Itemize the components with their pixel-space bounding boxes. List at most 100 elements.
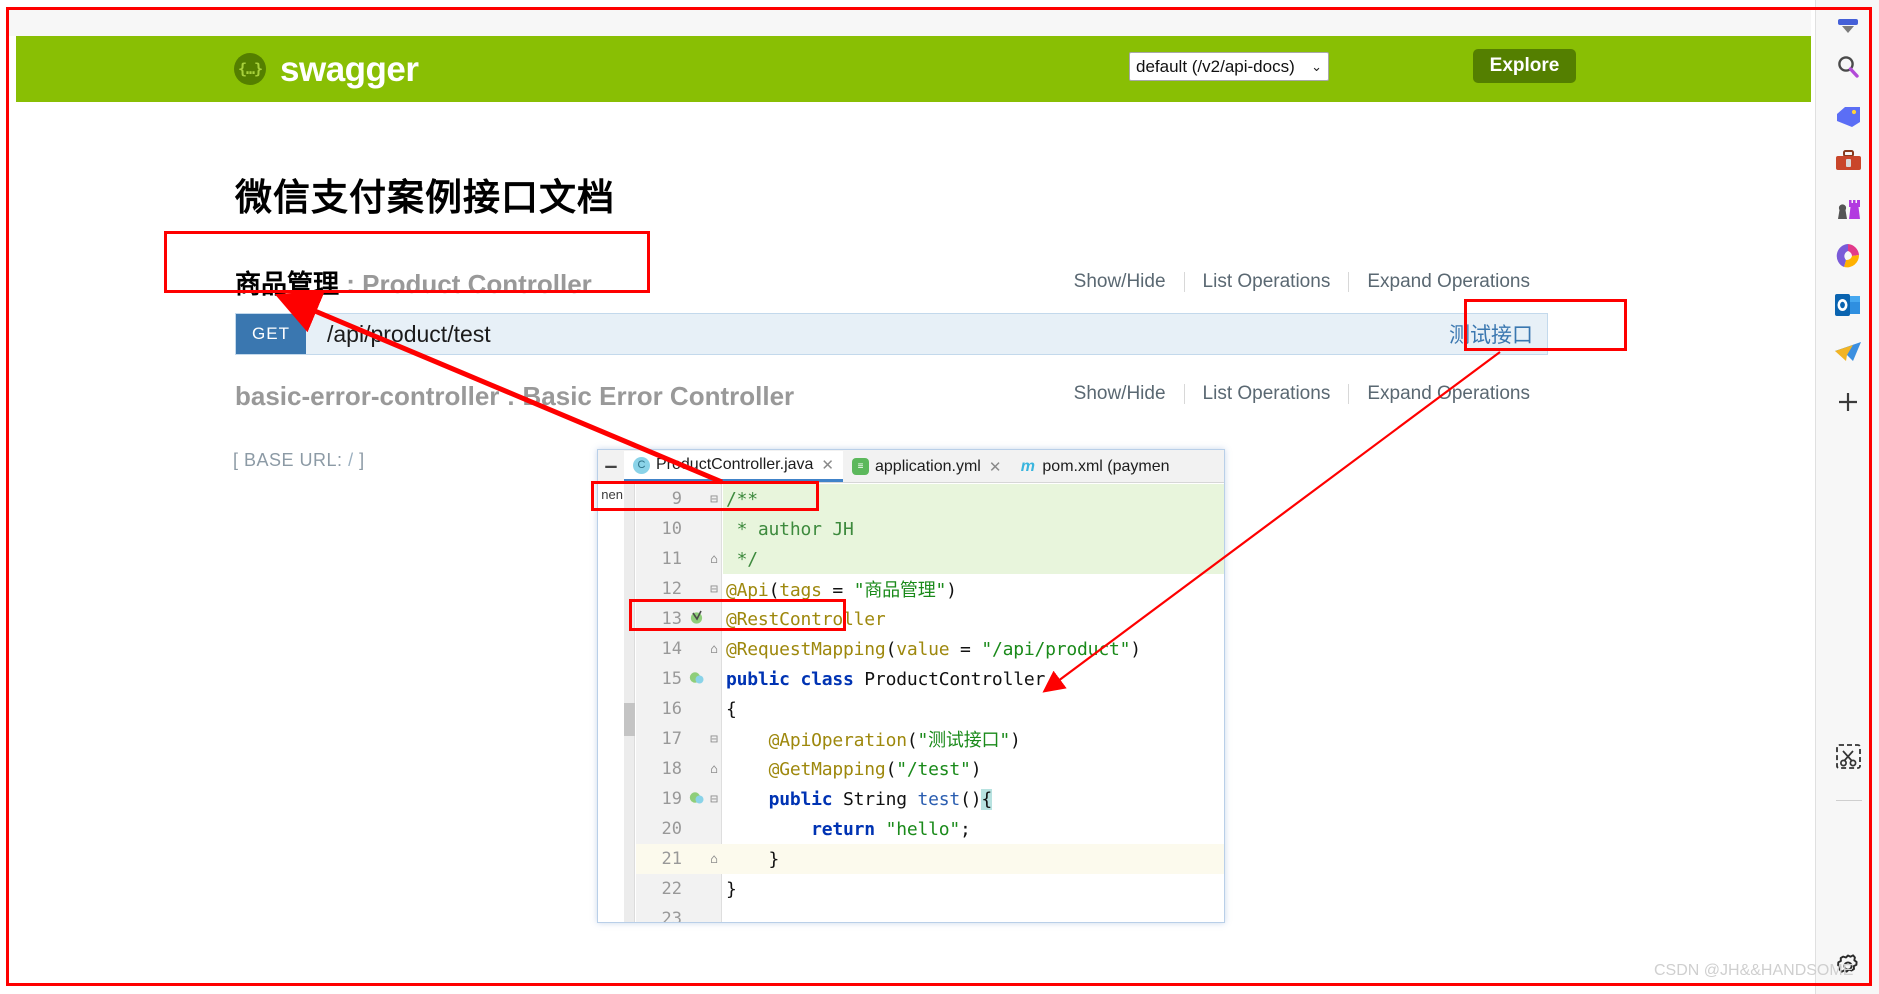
code-line-number: 22 <box>661 879 682 899</box>
code-line-number: 11 <box>661 549 682 569</box>
endpoint-row-get-api-product-test[interactable]: GET /api/product/test 测试接口 <box>235 313 1548 355</box>
code-fold-toggle[interactable]: ⊟ <box>706 732 722 747</box>
ide-tab-label: ProductController.java <box>656 456 814 473</box>
resource-cn-name: basic-error-controller <box>235 381 500 411</box>
class-gutter-icon[interactable] <box>686 790 706 809</box>
code-line-number: 23 <box>661 909 682 923</box>
code-line[interactable]: 16 { <box>598 694 1224 724</box>
screenshot-root: {…} swagger default (/v2/api-docs) ⌄ Exp… <box>0 0 1879 994</box>
code-line-text: public class ProductController <box>726 668 1046 690</box>
snip-icon[interactable] <box>1830 738 1866 774</box>
ide-tab-pom-xml[interactable]: m pom.xml (paymen <box>1010 451 1178 482</box>
resource-en-name: Basic Error Controller <box>522 381 795 411</box>
code-line[interactable]: 14 ⌂ @RequestMapping(value = "/api/product… <box>598 634 1224 664</box>
code-fold-toggle[interactable]: ⊟ <box>706 792 722 807</box>
ide-tab-application-yml[interactable]: ≡ application.yml ✕ <box>843 451 1010 482</box>
list-operations-link[interactable]: List Operations <box>1185 383 1349 405</box>
ide-tab-label: pom.xml (paymen <box>1042 457 1170 475</box>
code-line[interactable]: 18 ⌂ @GetMapping("/test") <box>598 754 1224 784</box>
annotation-box-api-tags <box>591 481 819 511</box>
code-line-number: 16 <box>661 699 682 719</box>
code-fold-toggle[interactable]: ⌂ <box>706 852 722 867</box>
code-fold-toggle[interactable]: ⌂ <box>706 552 722 567</box>
tag-icon[interactable] <box>1830 99 1866 135</box>
ide-screenshot-overlay: — C ProductController.java ✕ ≡ applicati… <box>597 449 1225 923</box>
resource-basic-error-controller: basic-error-controller : Basic Error Con… <box>235 380 1548 412</box>
class-gutter-icon[interactable] <box>686 670 706 689</box>
code-line[interactable]: 21 ⌂ } <box>598 844 1224 874</box>
base-url-label: [ BASE URL: <box>233 450 343 470</box>
office-icon[interactable] <box>1830 238 1866 274</box>
code-line[interactable]: 10 * author JH <box>598 514 1224 544</box>
close-icon[interactable]: ✕ <box>821 456 834 474</box>
chevron-down-icon: ⌄ <box>1311 58 1322 74</box>
collapse-icon[interactable]: — <box>598 450 624 482</box>
page-title: 微信支付案例接口文档 <box>235 177 615 218</box>
code-line-number: 15 <box>661 669 682 689</box>
code-line-text: * author JH <box>726 518 854 540</box>
collapse-handle-icon[interactable] <box>1830 8 1866 44</box>
code-line-number: 10 <box>661 519 682 539</box>
code-line-text: @GetMapping("/test") <box>768 758 982 780</box>
swagger-brand[interactable]: {…} swagger <box>234 52 419 87</box>
code-line-number: 17 <box>661 729 682 749</box>
code-fold-toggle[interactable]: ⊟ <box>706 582 722 597</box>
search-icon[interactable] <box>1830 49 1866 85</box>
code-line-number: 12 <box>661 579 682 599</box>
close-icon[interactable]: ✕ <box>989 458 1002 476</box>
code-line-text: { <box>726 698 737 720</box>
code-line[interactable]: 11 ⌂ */ <box>598 544 1224 574</box>
swagger-header: {…} swagger default (/v2/api-docs) ⌄ Exp… <box>16 36 1811 102</box>
code-line-number: 21 <box>661 849 682 869</box>
show-hide-link[interactable]: Show/Hide <box>1056 271 1184 293</box>
add-icon[interactable] <box>1830 384 1866 420</box>
code-line[interactable]: 19 ⊟ public String test(){ <box>598 784 1224 814</box>
chess-icon[interactable] <box>1830 190 1866 226</box>
swagger-brand-name: swagger <box>280 49 419 89</box>
code-line-text: public String test(){ <box>768 788 992 810</box>
code-line-text: @ApiOperation("测试接口") <box>768 730 1021 751</box>
code-line[interactable]: 22} <box>598 874 1224 904</box>
outlook-icon[interactable] <box>1830 287 1866 323</box>
api-docs-select[interactable]: default (/v2/api-docs) ⌄ <box>1129 52 1329 81</box>
list-operations-link[interactable]: List Operations <box>1185 271 1349 293</box>
java-class-icon: C <box>633 456 650 474</box>
yaml-file-icon: ≡ <box>852 458 869 475</box>
ide-tab-label: application.yml <box>875 457 981 475</box>
ide-tab-bar: — C ProductController.java ✕ ≡ applicati… <box>598 450 1224 483</box>
browser-extension-sidebar <box>1815 0 1879 994</box>
code-line[interactable]: 20 return "hello"; <box>598 814 1224 844</box>
code-line-number: 20 <box>661 819 682 839</box>
endpoint-path: /api/product/test <box>327 320 491 347</box>
telegram-icon[interactable] <box>1830 334 1866 370</box>
divider <box>1836 800 1862 801</box>
code-line[interactable]: 23 <box>598 904 1224 923</box>
code-line[interactable]: 15 public class ProductController <box>598 664 1224 694</box>
toolbox-icon[interactable] <box>1830 143 1866 179</box>
resource-separator: : <box>339 269 363 299</box>
swagger-logo-icon: {…} <box>234 53 266 85</box>
code-line-text: */ <box>726 548 758 570</box>
endpoint-summary[interactable]: 测试接口 <box>1449 319 1533 349</box>
explore-button[interactable]: Explore <box>1473 49 1576 83</box>
resource-separator: : <box>499 381 523 411</box>
resource-operations: Show/Hide List Operations Expand Operati… <box>1056 271 1548 293</box>
code-line-text: } <box>726 878 737 900</box>
code-fold-toggle[interactable]: ⌂ <box>706 642 722 657</box>
code-line[interactable]: 17 ⊟ @ApiOperation("测试接口") <box>598 724 1224 754</box>
code-fold-toggle[interactable]: ⌂ <box>706 762 722 777</box>
show-hide-link[interactable]: Show/Hide <box>1056 383 1184 405</box>
code-line-number: 14 <box>661 639 682 659</box>
browser-chrome-strip <box>9 10 1811 36</box>
maven-file-icon: m <box>1020 457 1036 475</box>
base-url-value: / <box>348 450 354 470</box>
base-url: [ BASE URL: / ] <box>233 450 365 471</box>
resource-product-controller: 商品管理 : Product Controller Show/Hide List… <box>235 268 1548 300</box>
resource-cn-name: 商品管理 <box>235 269 340 299</box>
expand-operations-link[interactable]: Expand Operations <box>1349 383 1548 405</box>
code-line-text: @RequestMapping(value = "/api/product") <box>726 638 1141 660</box>
watermark: CSDN @JH&&HANDSOME <box>1654 962 1854 979</box>
code-line-number: 18 <box>661 759 682 779</box>
ide-tab-productcontroller-java[interactable]: C ProductController.java ✕ <box>624 451 843 482</box>
expand-operations-link[interactable]: Expand Operations <box>1349 271 1548 293</box>
